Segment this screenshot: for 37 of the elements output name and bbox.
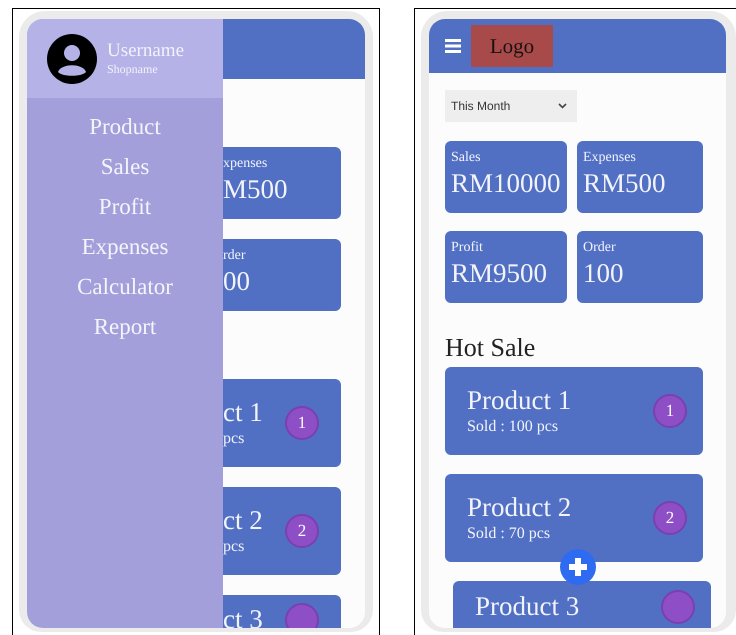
stat-value: RM500 [583, 167, 667, 199]
stat-label: xpenses [223, 155, 268, 173]
product-name: Product 2 [467, 491, 572, 523]
rank-badge: 1 [653, 394, 687, 428]
shopname: Shopname [107, 62, 159, 77]
rank-badge: 2 [653, 501, 687, 535]
period-select[interactable]: This Month [445, 90, 577, 122]
stat-label: rder [223, 247, 247, 265]
sold-count: Sold : 100 pcs [467, 417, 560, 437]
stat-value: 100 [583, 257, 624, 289]
product-name: ct 2 [223, 504, 263, 536]
drawer-menu-item[interactable]: Calculator [77, 272, 173, 302]
rank-badge: 2 [285, 514, 319, 548]
sold-count: Sold : 70 pcs [467, 524, 552, 544]
product-name: Product 3 [475, 590, 580, 622]
stat-label: Profit [451, 239, 484, 257]
sold-count: pcs [223, 429, 246, 449]
sold-count: pcs [223, 537, 246, 557]
drawer-menu-item[interactable]: Expenses [82, 232, 168, 262]
section-title: Hot Sale [445, 332, 536, 364]
product-name: ct 1 [223, 396, 263, 428]
stat-value: RM10000 [451, 167, 562, 199]
drawer-menu-item[interactable]: Sales [100, 152, 150, 182]
product-name: ct 3 [223, 603, 263, 628]
drawer-menu-item[interactable]: Report [94, 312, 156, 342]
stat-label: Sales [451, 149, 482, 167]
username: Username [107, 40, 184, 62]
stat-value: M500 [223, 173, 289, 205]
product-name: Product 1 [467, 384, 572, 416]
rank-badge: 1 [285, 406, 319, 440]
logo: Logo [471, 25, 553, 67]
stat-value: RM9500 [451, 257, 548, 289]
stat-value: 00 [223, 265, 251, 297]
drawer-menu-item[interactable]: Product [89, 112, 161, 142]
stat-label: Expenses [583, 149, 637, 167]
stat-label: Order [583, 239, 617, 257]
drawer-menu-item[interactable]: Profit [98, 192, 152, 222]
